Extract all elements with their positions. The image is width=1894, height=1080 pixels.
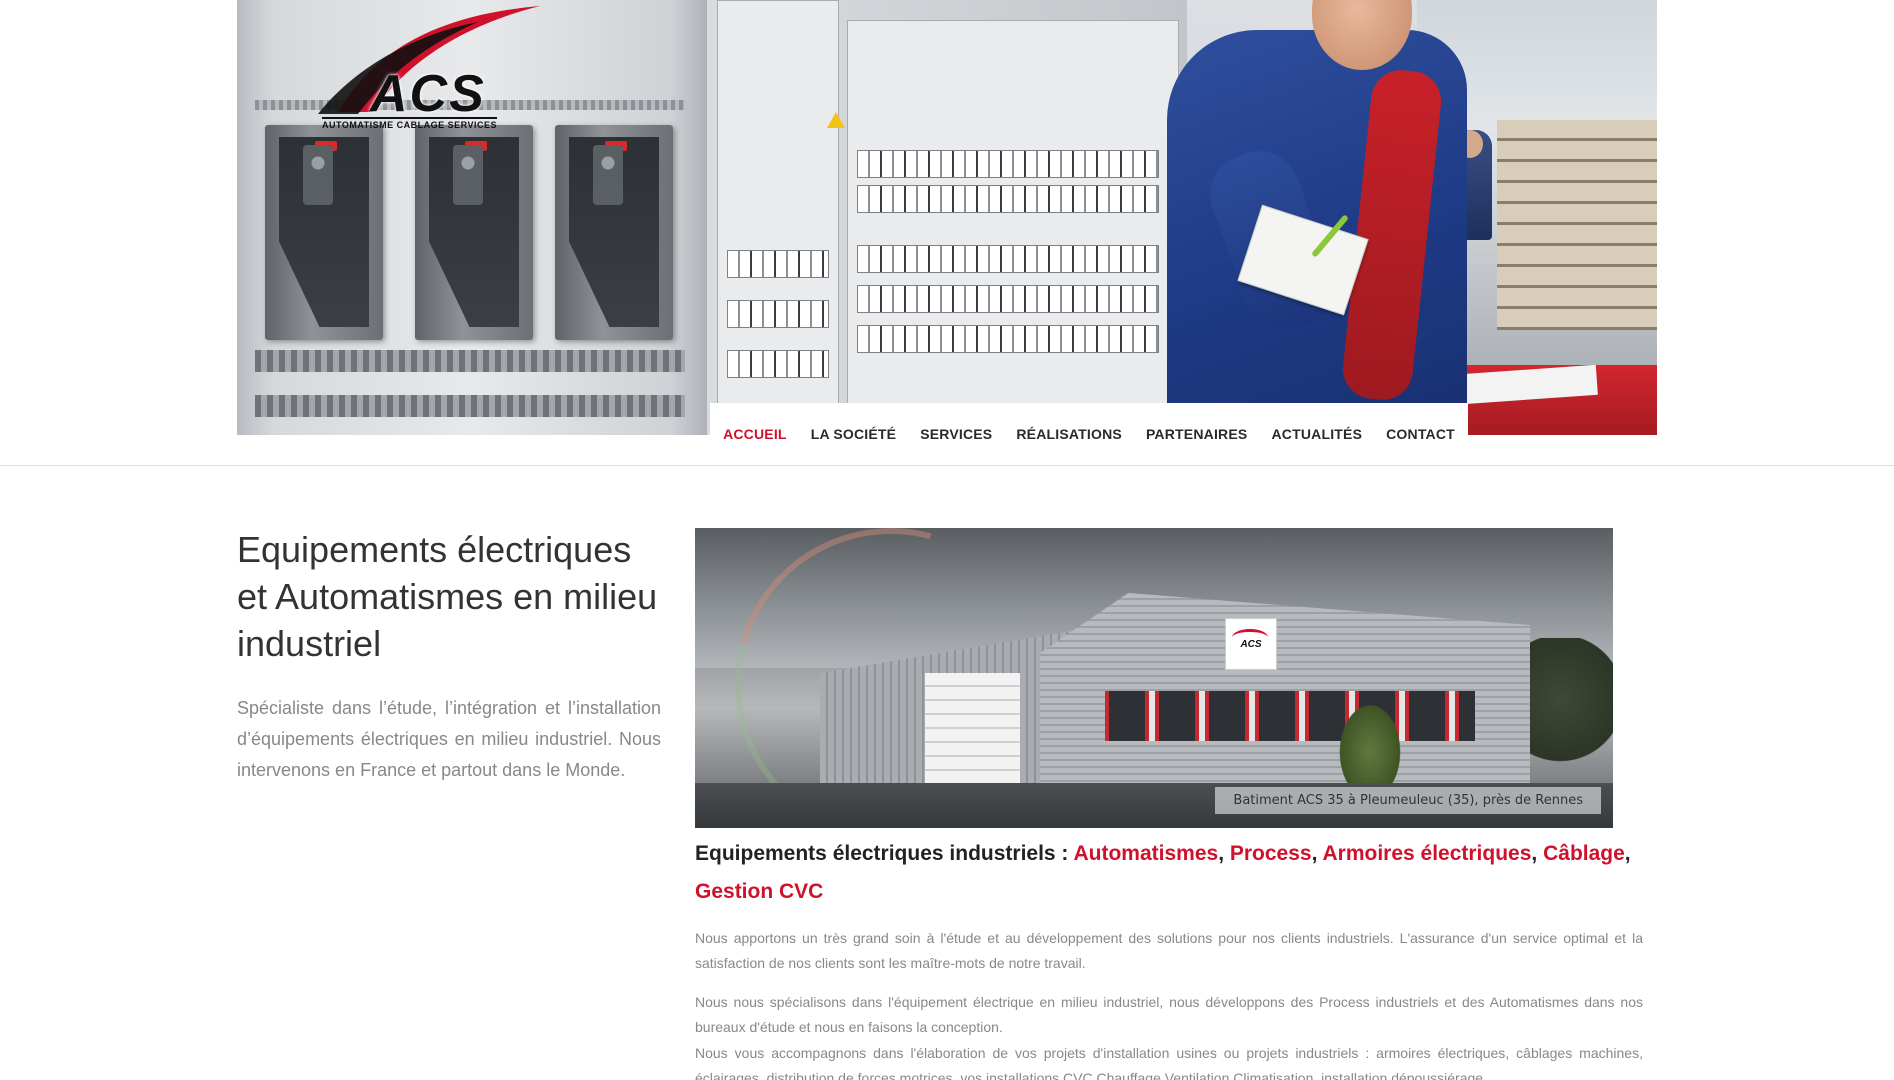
page-title: Equipements électriques et Automatismes … [237, 529, 658, 664]
nav-item-realisations[interactable]: RÉALISATIONS [1004, 426, 1134, 442]
separator: , [1531, 842, 1544, 865]
shelves [1497, 120, 1657, 330]
nav-item-partenaires[interactable]: PARTENAIRES [1134, 426, 1260, 442]
drive-unit [415, 125, 533, 340]
warning-sign-icon [827, 112, 845, 128]
service-link-gestion-cvc[interactable]: Gestion CVC [695, 880, 823, 903]
body-paragraph-1: Nous apportons un très grand soin à l'ét… [695, 930, 1643, 971]
drive-unit [555, 125, 673, 340]
building-windows [1105, 691, 1475, 741]
nav-item-accueil[interactable]: ACCUEIL [711, 426, 799, 442]
photo-caption: Batiment ACS 35 à Pleumeuleuc (35), près… [1215, 787, 1601, 814]
logo-wordmark: ACS [370, 65, 486, 123]
separator: , [1624, 842, 1631, 865]
service-link-automatismes[interactable]: Automatismes [1073, 842, 1218, 865]
separator: , [1218, 842, 1230, 865]
body-paragraph-3: Nous vous accompagnons dans l'élaboratio… [695, 1045, 1643, 1080]
services-heading: Equipements électriques industriels : Au… [695, 835, 1645, 911]
service-link-process[interactable]: Process [1230, 842, 1312, 865]
main-navigation: ACCUEIL LA SOCIÉTÉ SERVICES RÉALISATIONS… [710, 403, 1468, 465]
terminal-block-row [255, 350, 685, 372]
nav-item-la-societe[interactable]: LA SOCIÉTÉ [799, 426, 909, 442]
trees [1525, 638, 1613, 788]
intro-text: Spécialiste dans l’étude, l’intégration … [237, 698, 661, 780]
acs-logo[interactable]: ACS AUTOMATISME CABLAGE SERVICES [318, 4, 548, 130]
drive-unit [265, 125, 383, 340]
building-garage-door [925, 673, 1020, 798]
service-link-armoires-electriques[interactable]: Armoires électriques [1322, 842, 1531, 865]
building-photo: ACS Batiment ACS 35 à Pleumeuleuc (35), … [695, 528, 1613, 828]
palm-tree [1335, 698, 1405, 788]
building-logo-sign: ACS [1225, 618, 1277, 670]
nav-item-services[interactable]: SERVICES [908, 426, 1004, 442]
terminal-block-row [255, 395, 685, 417]
nav-item-contact[interactable]: CONTACT [1374, 426, 1467, 442]
separator: , [1311, 842, 1323, 865]
logo-subtitle: AUTOMATISME CABLAGE SERVICES [322, 117, 498, 130]
intro-column: Equipements électriques et Automatismes … [237, 526, 661, 786]
electrical-cabinet-right [707, 0, 1187, 435]
nav-item-actualites[interactable]: ACTUALITÉS [1259, 426, 1374, 442]
page: ACS AUTOMATISME CABLAGE SERVICES ACCUEIL… [0, 0, 1894, 1080]
services-heading-prefix: Equipements électriques industriels : [695, 842, 1074, 865]
header-divider [0, 465, 1894, 466]
body-paragraph-2: Nous nous spécialisons dans l'équipement… [695, 994, 1643, 1035]
service-link-cablage[interactable]: Câblage [1543, 842, 1625, 865]
